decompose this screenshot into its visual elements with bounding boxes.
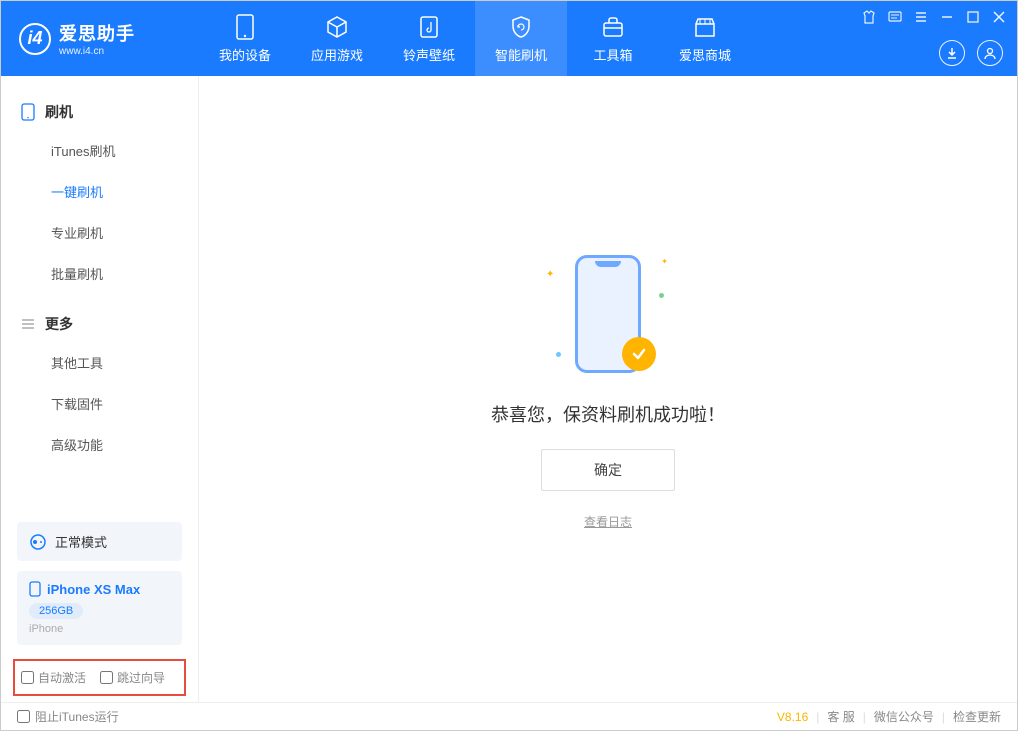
cube-icon xyxy=(324,14,350,40)
block-itunes-checkbox[interactable] xyxy=(17,710,30,723)
flash-options-highlighted: 自动激活 跳过向导 xyxy=(13,659,186,696)
sparkle-icon: ✦ xyxy=(546,269,554,280)
tab-label: 铃声壁纸 xyxy=(403,45,455,64)
device-name-row: iPhone XS Max xyxy=(29,581,170,597)
tab-label: 爱思商城 xyxy=(679,45,731,64)
app-subtitle: www.i4.cn xyxy=(59,46,135,57)
wechat-link[interactable]: 微信公众号 xyxy=(874,708,934,725)
ok-button[interactable]: 确定 xyxy=(541,449,675,491)
tab-label: 我的设备 xyxy=(219,45,271,64)
mode-icon xyxy=(29,533,47,551)
status-bar: 阻止iTunes运行 V8.16 | 客 服 | 微信公众号 | 检查更新 xyxy=(1,702,1017,730)
group-label: 更多 xyxy=(45,314,73,334)
block-itunes-option[interactable]: 阻止iTunes运行 xyxy=(17,708,119,725)
separator: | xyxy=(863,710,866,724)
device-name: iPhone XS Max xyxy=(47,582,140,597)
device-info-box[interactable]: iPhone XS Max 256GB iPhone xyxy=(17,571,182,645)
main-content: ✦ ✦ 恭喜您，保资料刷机成功啦！ 确定 查看日志 xyxy=(199,76,1017,702)
window-controls xyxy=(861,9,1007,25)
device-section: 正常模式 iPhone XS Max 256GB iPhone xyxy=(1,522,198,649)
menu-icon[interactable] xyxy=(913,9,929,25)
sparkle-icon: ✦ xyxy=(661,257,668,266)
group-label: 刷机 xyxy=(45,102,73,122)
sidebar-item-pro-flash[interactable]: 专业刷机 xyxy=(1,212,198,253)
opt-label: 跳过向导 xyxy=(117,669,165,686)
download-button[interactable] xyxy=(939,40,965,66)
header-action-buttons xyxy=(939,40,1003,66)
opt-label: 自动激活 xyxy=(38,669,86,686)
sidebar-group-more: 更多 xyxy=(1,306,198,342)
device-icon xyxy=(232,14,258,40)
dot-icon xyxy=(556,352,561,357)
opt-auto-activate[interactable]: 自动激活 xyxy=(21,669,86,686)
success-illustration: ✦ ✦ xyxy=(518,249,698,379)
app-logo-icon: i4 xyxy=(19,23,51,55)
sidebar: 刷机 iTunes刷机 一键刷机 专业刷机 批量刷机 更多 其他工具 下载固件 … xyxy=(1,76,199,702)
feedback-icon[interactable] xyxy=(887,9,903,25)
block-itunes-label: 阻止iTunes运行 xyxy=(35,708,119,725)
opt-skip-guide[interactable]: 跳过向导 xyxy=(100,669,165,686)
toolbox-icon xyxy=(600,14,626,40)
sidebar-item-onekey-flash[interactable]: 一键刷机 xyxy=(1,171,198,212)
tab-label: 智能刷机 xyxy=(495,45,547,64)
check-update-link[interactable]: 检查更新 xyxy=(953,708,1001,725)
store-icon xyxy=(692,14,718,40)
tab-apps[interactable]: 应用游戏 xyxy=(291,1,383,76)
phone-notch xyxy=(595,261,621,267)
separator: | xyxy=(816,710,819,724)
device-type: iPhone xyxy=(29,623,170,635)
sidebar-item-other-tools[interactable]: 其他工具 xyxy=(1,342,198,383)
tab-store[interactable]: 爱思商城 xyxy=(659,1,751,76)
user-button[interactable] xyxy=(977,40,1003,66)
tab-smart-flash[interactable]: 智能刷机 xyxy=(475,1,567,76)
skip-guide-checkbox[interactable] xyxy=(100,671,113,684)
footer-right: V8.16 | 客 服 | 微信公众号 | 检查更新 xyxy=(777,708,1001,725)
close-button[interactable] xyxy=(991,9,1007,25)
device-mode-box[interactable]: 正常模式 xyxy=(17,522,182,561)
dot-icon xyxy=(659,293,664,298)
minimize-button[interactable] xyxy=(939,9,955,25)
shield-refresh-icon xyxy=(508,14,534,40)
tab-toolbox[interactable]: 工具箱 xyxy=(567,1,659,76)
phone-small-icon xyxy=(29,581,41,597)
sidebar-group-flash: 刷机 xyxy=(1,94,198,130)
view-log-link[interactable]: 查看日志 xyxy=(584,513,632,530)
tab-label: 工具箱 xyxy=(593,45,632,64)
success-message: 恭喜您，保资料刷机成功啦！ xyxy=(491,401,725,427)
shirt-icon[interactable] xyxy=(861,9,877,25)
device-capacity-badge: 256GB xyxy=(29,603,83,619)
sidebar-item-batch-flash[interactable]: 批量刷机 xyxy=(1,253,198,294)
sidebar-item-advanced[interactable]: 高级功能 xyxy=(1,424,198,465)
tab-label: 应用游戏 xyxy=(311,45,363,64)
support-link[interactable]: 客 服 xyxy=(827,708,854,725)
separator: | xyxy=(942,710,945,724)
tab-ringtones[interactable]: 铃声壁纸 xyxy=(383,1,475,76)
nav-tabs: 我的设备 应用游戏 铃声壁纸 智能刷机 工具箱 爱思商城 xyxy=(199,1,751,76)
app-title: 爱思助手 xyxy=(59,20,135,46)
logo-section: i4 爱思助手 www.i4.cn xyxy=(1,20,199,57)
mode-label: 正常模式 xyxy=(55,532,107,551)
logo-text: 爱思助手 www.i4.cn xyxy=(59,20,135,57)
tab-my-device[interactable]: 我的设备 xyxy=(199,1,291,76)
music-note-icon xyxy=(416,14,442,40)
version-label: V8.16 xyxy=(777,710,808,724)
body-area: 刷机 iTunes刷机 一键刷机 专业刷机 批量刷机 更多 其他工具 下载固件 … xyxy=(1,76,1017,702)
maximize-button[interactable] xyxy=(965,9,981,25)
sidebar-item-itunes-flash[interactable]: iTunes刷机 xyxy=(1,130,198,171)
sidebar-item-download-firmware[interactable]: 下载固件 xyxy=(1,383,198,424)
list-icon xyxy=(21,317,35,331)
app-header: i4 爱思助手 www.i4.cn 我的设备 应用游戏 铃声壁纸 智能刷机 工具… xyxy=(1,1,1017,76)
auto-activate-checkbox[interactable] xyxy=(21,671,34,684)
success-check-icon xyxy=(622,337,656,371)
phone-icon xyxy=(21,103,35,121)
